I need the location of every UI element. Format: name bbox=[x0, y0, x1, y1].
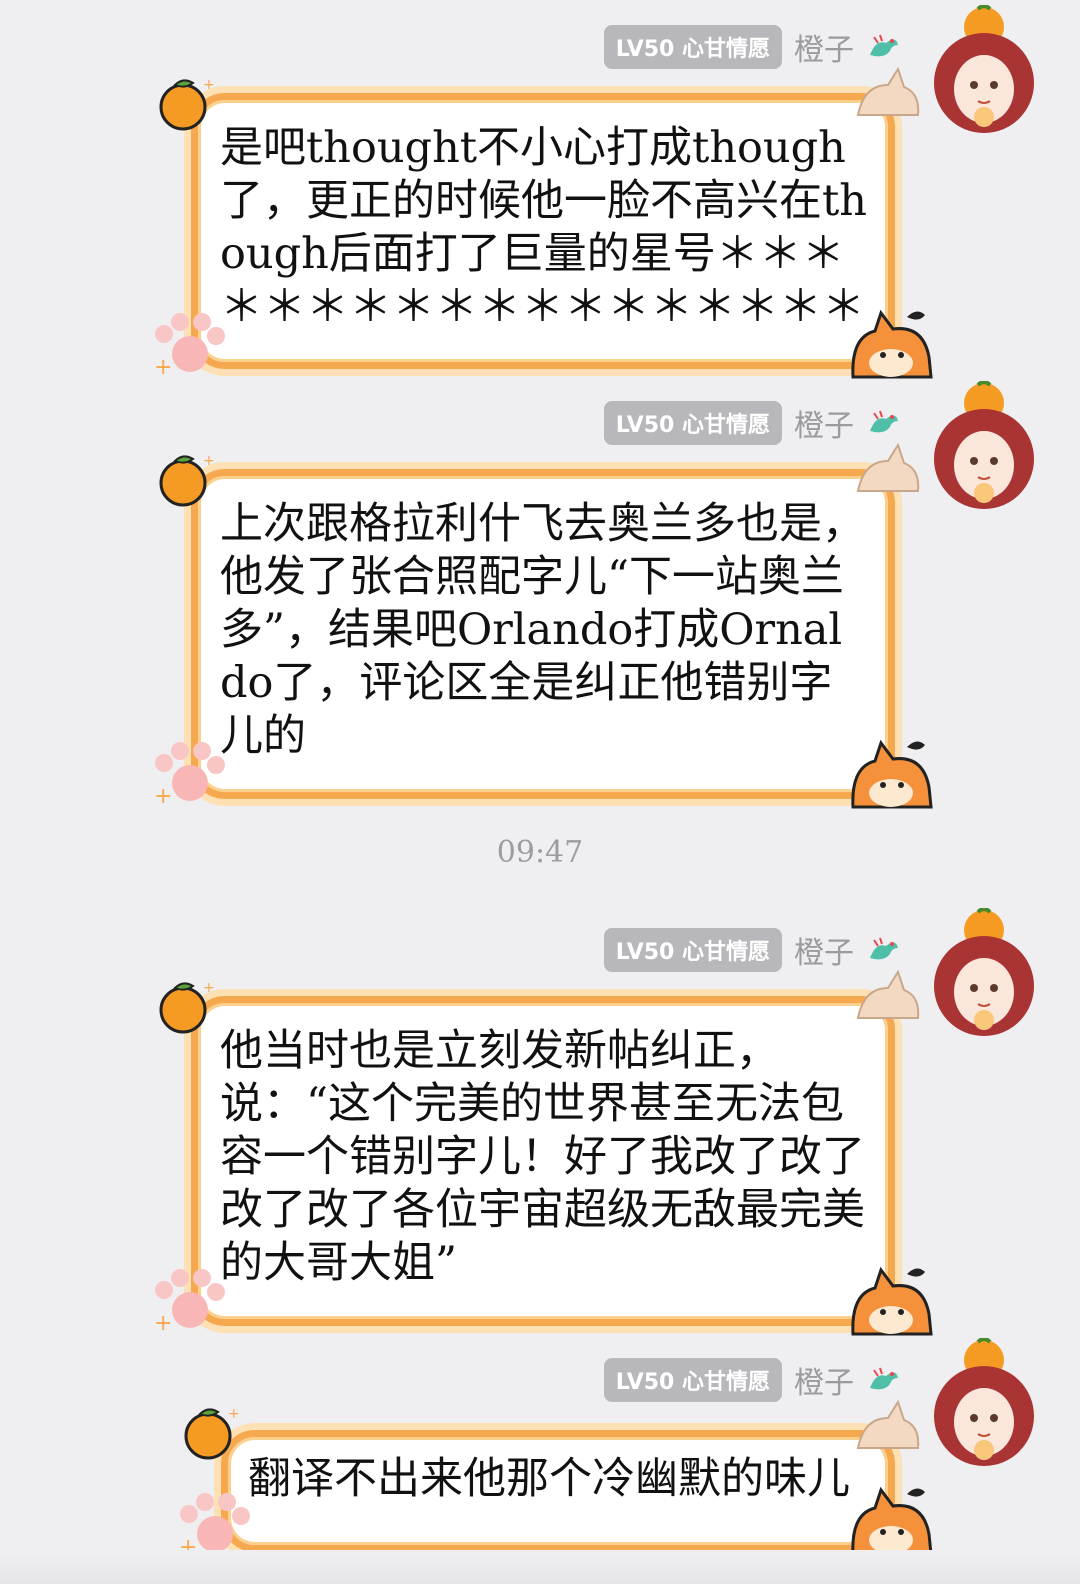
paw-icon: + bbox=[154, 1269, 225, 1336]
svg-text:+: + bbox=[203, 980, 215, 996]
svg-text:+: + bbox=[203, 77, 215, 93]
message-text: 他当时也是立刻发新帖纠正，说：“这个完美的世界甚至无法包容一个错别字儿！好了我改… bbox=[220, 1026, 865, 1288]
level-badge[interactable]: LV50 心甘情愿 bbox=[603, 401, 782, 445]
orange-icon: + bbox=[184, 1406, 240, 1460]
svg-text:+: + bbox=[154, 784, 172, 809]
orange-icon: + bbox=[159, 980, 215, 1034]
fox-icon bbox=[851, 739, 933, 809]
avatar-icon[interactable] bbox=[928, 381, 1040, 511]
avatar-icon[interactable] bbox=[928, 908, 1040, 1038]
dragon-icon bbox=[870, 34, 898, 57]
bottom-bar bbox=[0, 1550, 1080, 1584]
avatar-icon[interactable] bbox=[928, 1338, 1040, 1468]
svg-text:+: + bbox=[154, 355, 172, 380]
fox-icon bbox=[851, 1266, 933, 1336]
fox-icon bbox=[851, 1486, 933, 1556]
sender-name[interactable]: 橙子 bbox=[794, 25, 854, 69]
svg-text:+: + bbox=[154, 1311, 172, 1336]
message-text: 翻译不出来他那个冷幽默的味儿 bbox=[248, 1454, 850, 1504]
level-badge[interactable]: LV50 心甘情愿 bbox=[603, 1358, 782, 1402]
message-bubble[interactable]: 上次跟格拉利什飞去奥兰多也是，他发了张合照配字儿“下一站奥兰多”，结果吧Orla… bbox=[191, 469, 895, 799]
message-text: 是吧thought不小心打成though了，更正的时候他一脸不高兴在though… bbox=[220, 123, 867, 332]
message-bubble[interactable]: 他当时也是立刻发新帖纠正，说：“这个完美的世界甚至无法包容一个错别字儿！好了我改… bbox=[191, 996, 895, 1326]
dragon-icon bbox=[870, 937, 898, 960]
svg-text:+: + bbox=[203, 453, 215, 469]
dragon-icon bbox=[870, 1367, 898, 1390]
level-badge[interactable]: LV50 心甘情愿 bbox=[603, 928, 782, 972]
message-bubble[interactable]: 是吧thought不小心打成though了，更正的时候他一脸不高兴在though… bbox=[191, 93, 895, 369]
message-meta: LV50 心甘情愿 橙子 bbox=[603, 25, 902, 69]
fox-ears-icon bbox=[856, 442, 920, 492]
sender-name[interactable]: 橙子 bbox=[794, 401, 854, 445]
orange-icon: + bbox=[159, 77, 215, 131]
svg-text:+: + bbox=[228, 1406, 240, 1422]
paw-icon: + bbox=[154, 742, 225, 809]
message-bubble[interactable]: 翻译不出来他那个冷幽默的味儿 bbox=[221, 1430, 895, 1552]
timestamp: 09:47 bbox=[496, 835, 584, 870]
message-meta: LV50 心甘情愿 橙子 bbox=[603, 401, 902, 445]
orange-icon: + bbox=[159, 453, 215, 507]
sender-name[interactable]: 橙子 bbox=[794, 1358, 854, 1402]
level-badge[interactable]: LV50 心甘情愿 bbox=[603, 25, 782, 69]
avatar-icon[interactable] bbox=[928, 5, 1040, 135]
dragon-icon bbox=[870, 410, 898, 433]
paw-icon: + bbox=[154, 313, 225, 380]
fox-icon bbox=[851, 309, 933, 379]
fox-ears-icon bbox=[856, 969, 920, 1019]
sender-name[interactable]: 橙子 bbox=[794, 928, 854, 972]
message-meta: LV50 心甘情愿 橙子 bbox=[603, 928, 902, 972]
message-text: 上次跟格拉利什飞去奥兰多也是，他发了张合照配字儿“下一站奥兰多”，结果吧Orla… bbox=[220, 499, 865, 761]
message-meta: LV50 心甘情愿 橙子 bbox=[603, 1358, 902, 1402]
fox-ears-icon bbox=[856, 66, 920, 116]
fox-ears-icon bbox=[856, 1399, 920, 1449]
